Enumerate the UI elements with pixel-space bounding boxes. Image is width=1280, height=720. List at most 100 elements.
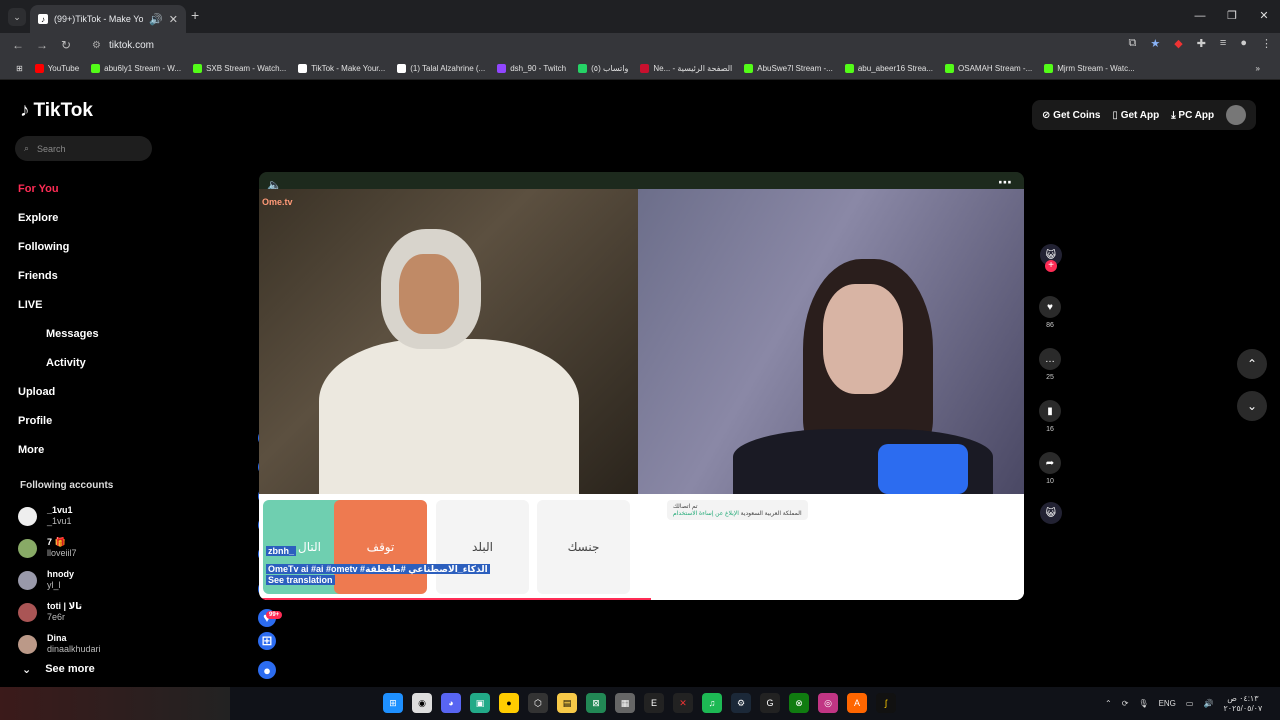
get-coins-button[interactable]: ⊘ Get Coins <box>1042 110 1100 121</box>
bookmark-item[interactable]: Ne... - الصفحة الرئيسية <box>634 63 738 73</box>
profile-avatar-icon[interactable]: ● <box>1240 37 1247 50</box>
follow-plus-icon[interactable]: + <box>1045 260 1057 272</box>
epic-games-icon[interactable]: E <box>644 693 664 713</box>
apps-icon[interactable]: ⊞ <box>10 64 29 73</box>
bookmark-item[interactable]: Mjrm Stream - Watc... <box>1038 63 1140 73</box>
see-translation-link[interactable]: See translation <box>266 575 335 585</box>
extensions-puzzle-icon[interactable]: ✚ <box>1197 37 1206 50</box>
star-icon[interactable]: ★ <box>1150 37 1160 50</box>
mic-icon[interactable]: 🎙 <box>1138 699 1148 708</box>
bookmark-item[interactable]: YouTube <box>29 63 85 73</box>
bookmark-item[interactable]: (1) Talal Alzahrine (... <box>391 63 491 73</box>
discord-icon[interactable]: ◕ <box>441 693 461 713</box>
close-window-icon[interactable]: ✕ <box>1248 0 1280 33</box>
reload-icon[interactable]: ↻ <box>54 38 78 52</box>
share-button[interactable]: ➦ 10 <box>1039 452 1061 485</box>
sidebar-item-messages[interactable]: ▽5Messages <box>18 319 276 598</box>
see-more-button[interactable]: ⌄ See more <box>22 663 95 676</box>
media-icon[interactable]: ≡ <box>1220 37 1226 50</box>
bookmark-item[interactable]: dsh_90 - Twitch <box>491 63 572 73</box>
chat-title: تم اتصالك <box>673 504 698 510</box>
account-name: Dina <box>47 633 67 643</box>
app-icon[interactable]: ▣ <box>470 693 490 713</box>
sidebar-item-explore[interactable]: ⊘Explore <box>18 203 276 476</box>
sidebar-item-following[interactable]: ◎Following <box>18 232 276 505</box>
clock[interactable]: ٠٤:١٣ ص ٢٠٢٥/٠٥/٠٧ <box>1223 694 1262 714</box>
app3-icon[interactable]: ⬡ <box>528 693 548 713</box>
following-account[interactable]: 7 🎁 lloveiil7 <box>18 532 101 564</box>
get-app-button[interactable]: ▯ Get App <box>1112 110 1159 121</box>
sidebar-item-profile[interactable]: ● Profile <box>18 406 276 679</box>
bookmark-item[interactable]: واتساب (٥) <box>572 63 634 73</box>
pc-app-button[interactable]: ⤓ PC App <box>1171 110 1214 121</box>
bookmark-item[interactable]: OSAMAH Stream -... <box>939 63 1038 73</box>
xbox-icon[interactable]: ⊗ <box>789 693 809 713</box>
app5-icon[interactable]: G <box>760 693 780 713</box>
tiktok-logo[interactable]: ♪ TikTok <box>20 100 93 122</box>
following-account[interactable]: toti | تالا 7e6r <box>18 596 101 628</box>
install-icon[interactable]: ⧉ <box>1129 37 1137 50</box>
comment-button[interactable]: … 25 <box>1039 348 1061 381</box>
user-avatar[interactable] <box>1226 105 1247 125</box>
instagram-icon[interactable]: ◎ <box>818 693 838 713</box>
following-account[interactable]: hnody yl_l <box>18 564 101 596</box>
save-button[interactable]: ▮ 16 <box>1039 400 1061 433</box>
windows-taskbar: ⊞ ◉ ◕ ▣ ● ⬡ ▤ ⊠ ▦ E ✕ ♫ ⚙ G ⊗ ◎ A ʃ ⌃ ⟳ … <box>0 687 1280 720</box>
bookmarks-overflow-icon[interactable]: » <box>1256 64 1260 73</box>
xbox-app-icon[interactable]: ⊠ <box>586 693 606 713</box>
site-info-icon[interactable]: ⚙ <box>92 40 101 51</box>
bookmark-item[interactable]: abu_abeer16 Strea... <box>839 63 939 73</box>
browser-tab[interactable]: ♪ (99+)TikTok - Make Your Da 🔊 ✕ <box>30 5 186 33</box>
like-button[interactable]: ♥ 86 <box>1039 296 1061 329</box>
bookmark-item[interactable]: abu6ly1 Stream - W... <box>85 63 187 73</box>
language-indicator[interactable]: ENG <box>1159 699 1176 708</box>
sidebar-item-activity[interactable]: ♥99+ Activity <box>18 348 283 627</box>
video-hashtags[interactable]: OmeTv ai #ai #ometv #الذكاء_الاصطناعي #ط… <box>266 564 490 574</box>
sound-avatar[interactable]: 😺 <box>1040 502 1062 524</box>
app7-icon[interactable]: ʃ <box>876 693 896 713</box>
sync-icon[interactable]: ⟳ <box>1122 699 1129 708</box>
following-account[interactable]: Dina dinaalkhudari <box>18 628 101 660</box>
search-input[interactable]: ⌕ Search <box>15 136 152 161</box>
maximize-icon[interactable]: ❐ <box>1216 0 1248 33</box>
close-tab-icon[interactable]: ✕ <box>169 13 178 26</box>
forward-icon[interactable]: → <box>30 38 54 52</box>
volume-tray-icon[interactable]: 🔊 <box>1203 699 1213 708</box>
audio-icon[interactable]: 🔊 <box>149 13 163 26</box>
app6-icon[interactable]: A <box>847 693 867 713</box>
video-username[interactable]: zbnh_ <box>266 546 296 556</box>
previous-video-button[interactable]: ⌃ <box>1237 349 1267 379</box>
bookmark-item[interactable]: SXB Stream - Watch... <box>187 63 292 73</box>
bookmark-item[interactable]: AbuSwe7l Stream -... <box>738 63 839 73</box>
app4-icon[interactable]: ✕ <box>673 693 693 713</box>
file-explorer-icon[interactable]: ▤ <box>557 693 577 713</box>
store-icon[interactable]: ▦ <box>615 693 635 713</box>
windows-start-icon[interactable]: ⊞ <box>383 693 403 713</box>
comment-count: 25 <box>1046 374 1054 381</box>
spotify-icon[interactable]: ♫ <box>702 693 722 713</box>
new-tab-button[interactable]: + <box>191 7 199 23</box>
creator-avatar[interactable]: 😺 + <box>1040 244 1062 272</box>
video-player[interactable]: 🔈 ⋯ Ome.tv التال توقف البلد جنسك تم اتصا… <box>259 172 1024 600</box>
app2-icon[interactable]: ● <box>499 693 519 713</box>
chrome-icon[interactable]: ◉ <box>412 693 432 713</box>
account-avatar <box>18 538 37 558</box>
tray-expand-icon[interactable]: ⌃ <box>1105 699 1112 708</box>
extension-icon[interactable]: ◆ <box>1174 37 1182 50</box>
video-progress-bar[interactable] <box>259 598 651 600</box>
sidebar-item-friends[interactable]: 👥Friends <box>18 261 276 534</box>
tab-search-button[interactable]: ⌄ <box>8 8 26 26</box>
minimize-icon[interactable]: — <box>1184 0 1216 33</box>
menu-kebab-icon[interactable]: ⋮ <box>1261 37 1272 50</box>
url-field[interactable]: ⚙ tiktok.com <box>84 35 1144 55</box>
next-video-button[interactable]: ⌄ <box>1237 391 1267 421</box>
steam-icon[interactable]: ⚙ <box>731 693 751 713</box>
back-icon[interactable]: ← <box>6 38 30 52</box>
following-account[interactable]: _1vu1 _1vu1 <box>18 500 101 532</box>
sidebar-item-more[interactable]: ⋯More <box>18 435 276 708</box>
sidebar-item-upload[interactable]: ⊞ Upload <box>18 377 276 650</box>
bookmark-item[interactable]: TikTok - Make Your... <box>292 63 391 73</box>
sidebar-item-live[interactable]: ◉LIVE <box>18 290 276 563</box>
sidebar-item-for-you[interactable]: ⌂For You <box>18 174 276 447</box>
network-icon[interactable]: ▭ <box>1186 699 1194 708</box>
